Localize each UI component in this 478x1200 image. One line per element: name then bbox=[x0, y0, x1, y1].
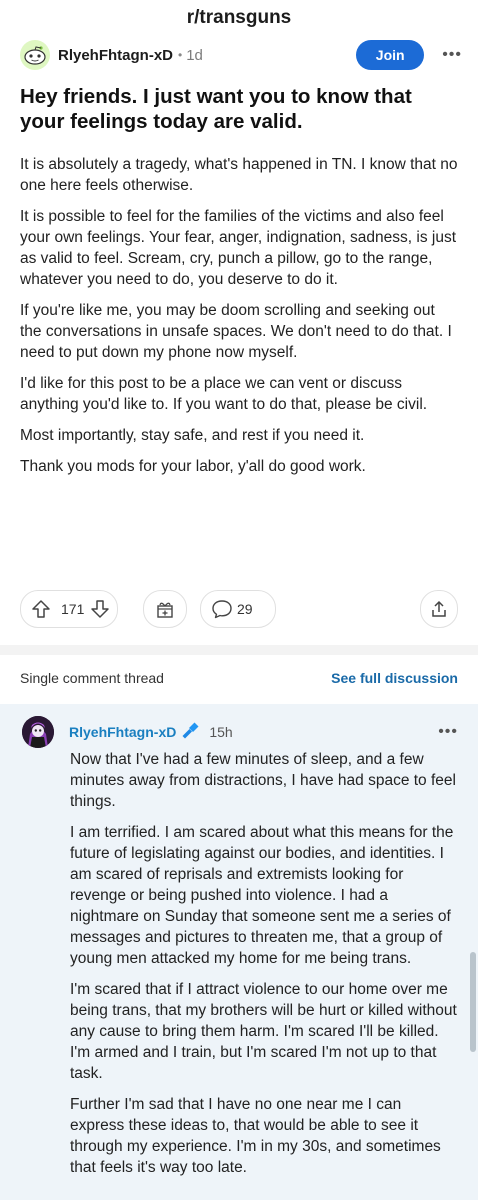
comment-thread: RlyehFhtagn-xD 15h ••• Now that I've had… bbox=[0, 704, 478, 1200]
downvote-arrow-icon[interactable] bbox=[90, 599, 110, 619]
comment-author[interactable]: RlyehFhtagn-xD bbox=[69, 724, 176, 740]
snoo-avatar-icon[interactable] bbox=[20, 40, 50, 70]
post-body: It is absolutely a tragedy, what's happe… bbox=[20, 154, 458, 477]
share-icon bbox=[430, 600, 448, 618]
post-more-icon[interactable]: ••• bbox=[442, 46, 462, 64]
post-title: Hey friends. I just want you to know tha… bbox=[20, 85, 412, 133]
thread-bar: Single comment thread See full discussio… bbox=[20, 664, 458, 692]
award-gift-icon bbox=[155, 599, 175, 619]
comment-paragraph: I am terrified. I am scared about what t… bbox=[70, 824, 454, 967]
separator-dot: • bbox=[178, 48, 183, 62]
microphone-icon bbox=[181, 720, 201, 745]
post-author[interactable]: RlyehFhtagn-xD bbox=[58, 47, 173, 64]
comment-more-icon[interactable]: ••• bbox=[438, 723, 458, 741]
post-paragraph: Most importantly, stay safe, and rest if… bbox=[20, 427, 365, 444]
post-header: RlyehFhtagn-xD • 1d Join ••• bbox=[0, 36, 478, 74]
subreddit-name[interactable]: r/transguns bbox=[187, 7, 292, 28]
share-button[interactable] bbox=[420, 590, 458, 628]
vote-count: 171 bbox=[61, 601, 85, 617]
comment-bubble-icon bbox=[211, 599, 233, 619]
post-actions: 171 29 bbox=[20, 590, 458, 628]
post-paragraph: Thank you mods for your labor, y'all do … bbox=[20, 458, 366, 475]
top-bar: r/transguns bbox=[0, 0, 478, 36]
post-paragraph: It is absolutely a tragedy, what's happe… bbox=[20, 156, 458, 194]
comment-age: 15h bbox=[209, 724, 233, 740]
scrollbar-thumb[interactable] bbox=[470, 952, 476, 1052]
comment-paragraph: I'm scared that if I attract violence to… bbox=[70, 981, 457, 1082]
see-full-discussion-link[interactable]: See full discussion bbox=[331, 670, 458, 686]
post-paragraph: It is possible to feel for the families … bbox=[20, 208, 457, 288]
award-button[interactable] bbox=[143, 590, 187, 628]
comment-count: 29 bbox=[237, 601, 253, 617]
join-button[interactable]: Join bbox=[356, 40, 425, 70]
section-divider bbox=[0, 645, 478, 655]
post-paragraph: If you're like me, you may be doom scrol… bbox=[20, 302, 452, 361]
thread-label: Single comment thread bbox=[20, 670, 164, 686]
user-avatar[interactable] bbox=[22, 716, 54, 748]
comment-paragraph: Now that I've had a few minutes of sleep… bbox=[70, 751, 456, 810]
comment-body: Now that I've had a few minutes of sleep… bbox=[70, 749, 458, 1188]
upvote-arrow-icon[interactable] bbox=[31, 599, 51, 619]
comments-button[interactable]: 29 bbox=[200, 590, 276, 628]
comment-paragraph: Further I'm sad that I have no one near … bbox=[70, 1096, 441, 1176]
post-paragraph: I'd like for this post to be a place we … bbox=[20, 375, 428, 413]
comment-header: RlyehFhtagn-xD 15h ••• bbox=[22, 716, 458, 748]
post-age: 1d bbox=[186, 46, 203, 64]
vote-control: 171 bbox=[20, 590, 118, 628]
